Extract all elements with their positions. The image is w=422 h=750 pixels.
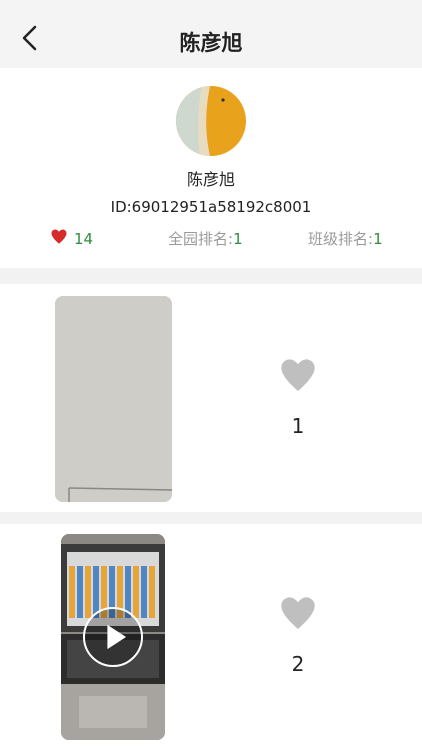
stats-row: 14 全园排名:1 班级排名:1 [0,226,422,252]
total-likes: 14 [50,228,93,250]
profile-section: 陈彦旭 ID:69012951a58192c8001 14 全园排名:1 班级排… [0,68,422,268]
school-rank-label: 全园排名: [168,230,234,248]
heart-icon [50,228,68,250]
class-rank: 班级排名:1 [308,228,383,249]
like-button[interactable] [278,594,318,634]
school-rank-value: 1 [233,230,243,248]
post-card: 1 [0,284,422,512]
play-icon [85,624,141,669]
school-rank: 全园排名:1 [168,228,243,249]
post-thumbnail[interactable] [61,534,165,740]
user-name: 陈彦旭 [186,170,235,189]
post-card: 2 [0,524,422,750]
likes-count: 14 [74,230,94,248]
class-rank-label: 班级排名: [308,230,374,248]
post-thumbnail[interactable] [55,296,172,502]
class-rank-value: 1 [373,230,383,248]
avatar[interactable] [176,86,246,156]
heart-icon [278,597,318,638]
post-like-count: 1 [291,414,305,438]
play-button[interactable] [83,607,143,667]
like-button[interactable] [278,356,318,396]
post-like-count: 2 [291,652,305,676]
heart-icon [278,359,318,400]
user-id: ID:69012951a58192c8001 [110,198,312,216]
